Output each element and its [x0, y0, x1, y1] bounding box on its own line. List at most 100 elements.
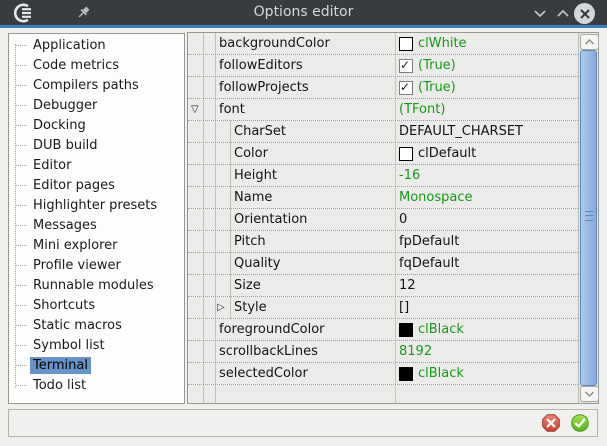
property-value-cell[interactable]: fpDefault	[395, 231, 578, 252]
property-name: selectedColor	[219, 363, 308, 384]
property-value-cell[interactable]: clWhite	[395, 33, 578, 54]
scroll-up-button[interactable]	[580, 34, 599, 50]
property-value-cell[interactable]: (True)	[395, 77, 578, 98]
sidebar-item-label: Runnable modules	[30, 277, 157, 294]
grid-row-Size[interactable]: Size 12	[188, 275, 578, 297]
property-value-cell[interactable]: clBlack	[395, 319, 578, 340]
grid-row-Quality[interactable]: QualityfqDefault	[188, 253, 578, 275]
sidebar-item-code-metrics[interactable]: Code metrics	[9, 55, 184, 75]
sidebar-item-label: DUB build	[30, 137, 101, 154]
grid-row-backgroundColor[interactable]: backgroundColorclWhite	[188, 33, 578, 55]
sidebar-item-label: Application	[30, 37, 109, 54]
grid-row-Height[interactable]: Height-16	[188, 165, 578, 187]
options-tree[interactable]: ApplicationCode metricsCompilers paths De…	[8, 33, 185, 404]
sidebar-item-label: Todo list	[30, 377, 89, 394]
sidebar-item-application[interactable]: Application	[9, 35, 184, 55]
sidebar-item-shortcuts[interactable]: Shortcuts	[9, 295, 184, 315]
vertical-scrollbar[interactable]	[578, 33, 598, 403]
grid-row-Name[interactable]: NameMonospace	[188, 187, 578, 209]
property-value: 8192	[399, 344, 432, 359]
sidebar-item-static-macros[interactable]: Static macros	[9, 315, 184, 335]
grid-row-Color[interactable]: ColorclDefault	[188, 143, 578, 165]
property-value-cell[interactable]: Monospace	[395, 187, 578, 208]
color-swatch[interactable]	[399, 147, 413, 161]
sidebar-item-highlighter-presets[interactable]: Highlighter presets	[9, 195, 184, 215]
color-swatch[interactable]	[399, 323, 413, 337]
property-name: Size	[234, 275, 261, 296]
property-name: Orientation	[234, 209, 307, 230]
titlebar[interactable]: Options editor	[0, 0, 607, 25]
maximize-button[interactable]	[553, 2, 573, 23]
sidebar-item-label: Terminal	[30, 357, 91, 374]
options-editor-window: Options editor ApplicationCode metricsCo…	[0, 0, 607, 446]
titlebar-accent-line	[0, 25, 607, 28]
sidebar-item-dub-build[interactable]: DUB build	[9, 135, 184, 155]
accept-button[interactable]	[571, 414, 589, 432]
property-grid[interactable]: backgroundColorclWhitefollowEditors (True…	[187, 32, 599, 404]
property-value-cell[interactable]: -16	[395, 165, 578, 186]
sidebar-item-label: Highlighter presets	[30, 197, 160, 214]
checkbox-checked[interactable]	[399, 81, 413, 95]
sidebar-item-symbol-list[interactable]: Symbol list	[9, 335, 184, 355]
grid-row-Orientation[interactable]: Orientation 0	[188, 209, 578, 231]
property-name: Style	[234, 297, 267, 318]
color-swatch[interactable]	[399, 367, 413, 381]
color-swatch[interactable]	[399, 37, 413, 51]
sidebar-item-compilers-paths[interactable]: Compilers paths	[9, 75, 184, 95]
collapse-icon[interactable]: ▽	[191, 99, 199, 120]
grid-row-Pitch[interactable]: Pitch fpDefault	[188, 231, 578, 253]
close-button[interactable]	[574, 3, 595, 24]
property-name: Pitch	[234, 231, 266, 252]
grid-row-font[interactable]: ▽font(TFont)	[188, 99, 578, 121]
property-value: -16	[399, 168, 420, 183]
property-value: clBlack	[418, 366, 464, 381]
property-value-cell[interactable]: []	[395, 297, 578, 318]
property-value-cell[interactable]: DEFAULT_CHARSET	[395, 121, 578, 142]
property-value: clWhite	[418, 36, 467, 51]
sidebar-item-label: Static macros	[30, 317, 125, 334]
grid-row-CharSet[interactable]: CharSetDEFAULT_CHARSET	[188, 121, 578, 143]
sidebar-item-editor[interactable]: Editor	[9, 155, 184, 175]
property-value-cell[interactable]: clDefault	[395, 143, 578, 164]
sidebar-item-label: Editor pages	[30, 177, 118, 194]
grid-row-selectedColor[interactable]: selectedColor clBlack	[188, 363, 578, 385]
grid-row-Style[interactable]: ▷ Style []	[188, 297, 578, 319]
grid-row-foregroundColor[interactable]: foregroundColorclBlack	[188, 319, 578, 341]
scroll-down-button[interactable]	[580, 386, 599, 402]
sidebar-item-docking[interactable]: Docking	[9, 115, 184, 135]
property-value: clDefault	[418, 146, 476, 161]
sidebar-item-mini-explorer[interactable]: Mini explorer	[9, 235, 184, 255]
sidebar-item-label: Messages	[30, 217, 100, 234]
property-value: clBlack	[418, 322, 464, 337]
grid-row-followEditors[interactable]: followEditors (True)	[188, 55, 578, 77]
sidebar-item-todo-list[interactable]: Todo list	[9, 375, 184, 395]
sidebar-item-label: Debugger	[30, 97, 100, 114]
property-value-cell[interactable]: 12	[395, 275, 578, 296]
expand-icon[interactable]: ▷	[217, 297, 225, 318]
property-value: fpDefault	[399, 234, 459, 249]
checkbox-checked[interactable]	[399, 59, 413, 73]
sidebar-item-messages[interactable]: Messages	[9, 215, 184, 235]
grid-row-scrollbackLines[interactable]: scrollbackLines8192	[188, 341, 578, 363]
property-value-cell[interactable]: (TFont)	[395, 99, 578, 120]
property-value-cell[interactable]: (True)	[395, 55, 578, 76]
sidebar-item-terminal[interactable]: Terminal	[9, 355, 184, 375]
property-value-cell[interactable]: 0	[395, 209, 578, 230]
minimize-button[interactable]	[530, 2, 550, 23]
sidebar-item-label: Docking	[30, 117, 89, 134]
property-value-cell[interactable]: fqDefault	[395, 253, 578, 274]
property-value: fqDefault	[399, 256, 459, 271]
sidebar-item-profile-viewer[interactable]: Profile viewer	[9, 255, 184, 275]
property-value-cell[interactable]: clBlack	[395, 363, 578, 384]
property-value-cell[interactable]: 8192	[395, 341, 578, 362]
close-icon	[579, 8, 591, 20]
sidebar-item-label: Editor	[30, 157, 74, 174]
grid-row-followProjects[interactable]: followProjects(True)	[188, 77, 578, 99]
sidebar-item-debugger[interactable]: Debugger	[9, 95, 184, 115]
sidebar-item-runnable-modules[interactable]: Runnable modules	[9, 275, 184, 295]
scrollbar-thumb[interactable]	[580, 50, 597, 386]
sidebar-item-editor-pages[interactable]: Editor pages	[9, 175, 184, 195]
property-name: followEditors	[219, 55, 303, 76]
property-value: Monospace	[399, 190, 473, 205]
cancel-button[interactable]	[542, 414, 560, 432]
